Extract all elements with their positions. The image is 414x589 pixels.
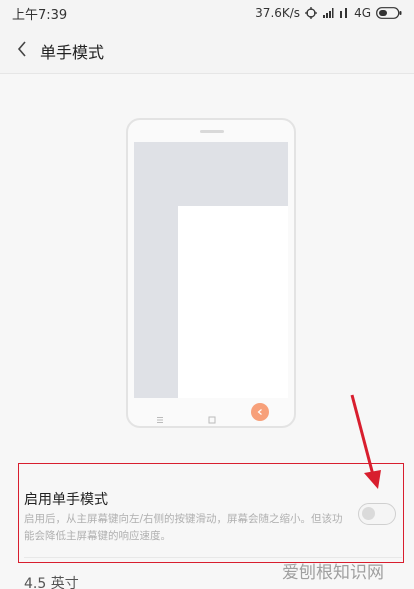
- home-icon: [208, 409, 216, 428]
- settings-content[interactable]: 启用单手模式 启用后，从主屏幕键向左/右侧的按键滑动，屏幕会随之缩小。但该功能会…: [0, 75, 414, 589]
- wifi-icon: [339, 7, 349, 19]
- sync-icon: [305, 7, 318, 19]
- one-hand-mode-illustration: [126, 118, 296, 428]
- status-bar: 上午7:39 37.6K/s 4G: [0, 0, 414, 26]
- shrunk-screen: [178, 206, 288, 398]
- network-speed: 37.6K/s: [255, 6, 301, 20]
- watermark: 爱刨根知识网: [282, 563, 384, 583]
- phone-screen: [134, 142, 288, 398]
- status-indicators: 37.6K/s 4G: [255, 3, 402, 23]
- red-arrow-annotation: [350, 394, 381, 489]
- phone-nav-bar: [128, 403, 294, 424]
- network-type: 4G: [354, 6, 371, 20]
- menu-icon: [156, 409, 164, 428]
- screen-size-option[interactable]: 4.5 英寸: [24, 573, 79, 589]
- phone-speaker: [200, 130, 224, 133]
- chevron-left-icon: [17, 41, 26, 57]
- page-title: 单手模式: [40, 43, 105, 62]
- back-button[interactable]: [8, 34, 36, 64]
- action-bar: 单手模式: [0, 26, 414, 74]
- back-icon: [251, 403, 269, 421]
- battery-icon: [376, 7, 402, 19]
- status-time: 上午7:39: [12, 8, 68, 23]
- signal-icon: [322, 7, 334, 19]
